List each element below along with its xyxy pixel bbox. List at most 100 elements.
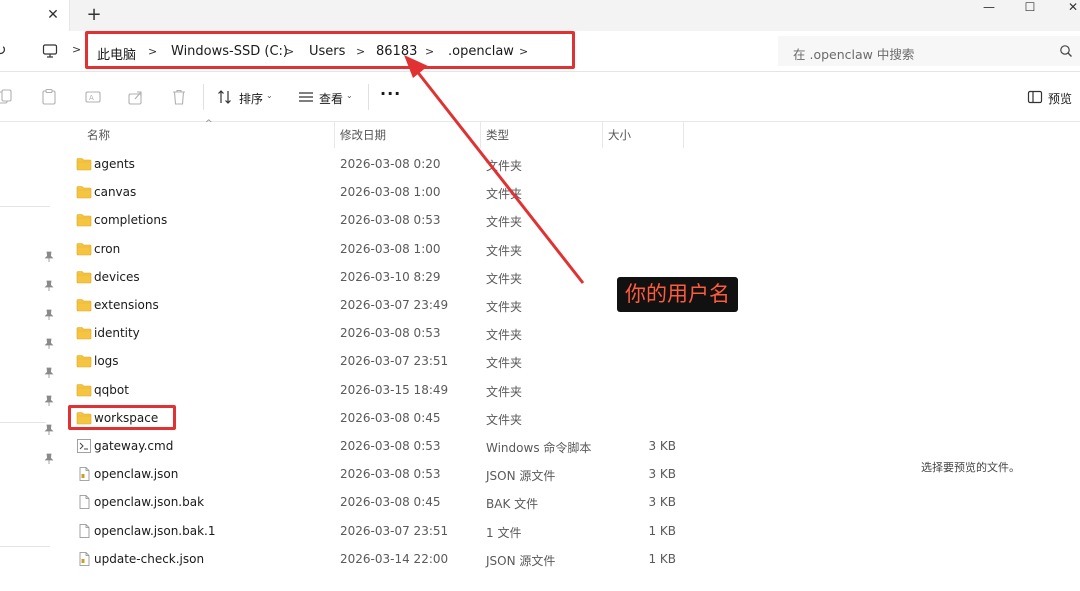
- new-tab-button[interactable]: +: [84, 5, 104, 25]
- folder-icon: [76, 213, 92, 227]
- file-icon: [76, 495, 92, 510]
- pin-icon[interactable]: [43, 338, 55, 350]
- folder-icon: [76, 383, 92, 397]
- column-divider[interactable]: [683, 122, 684, 148]
- file-row[interactable]: update-check.json 2026-03-14 22:00 JSON 源文…: [60, 546, 850, 574]
- toolbar-divider: [203, 84, 204, 110]
- file-row[interactable]: identity 2026-03-08 0:53 文件夹: [60, 320, 850, 348]
- column-header-date[interactable]: 修改日期: [340, 127, 386, 143]
- folder-icon: [76, 242, 92, 256]
- chevron-down-icon: ⌄: [266, 91, 273, 100]
- file-type: 文件夹: [486, 300, 523, 314]
- folder-icon: [76, 326, 92, 340]
- annotation-label: 你的用户名: [617, 277, 738, 312]
- column-divider[interactable]: [480, 122, 481, 148]
- close-tab-icon[interactable]: ✕: [44, 6, 62, 24]
- file-row[interactable]: qqbot 2026-03-15 18:49 文件夹: [60, 377, 850, 405]
- pin-icon[interactable]: [43, 309, 55, 321]
- view-icon[interactable]: [297, 88, 315, 106]
- pin-icon[interactable]: [43, 367, 55, 379]
- chevron-down-icon: ⌄: [346, 91, 353, 100]
- file-date: 2026-03-08 0:45: [340, 495, 441, 510]
- file-date: 2026-03-07 23:51: [340, 354, 449, 369]
- file-name: update-check.json: [94, 551, 205, 566]
- search-input[interactable]: 在 .openclaw 中搜索: [778, 36, 1080, 66]
- file-list: ^ 名称 修改日期 类型 大小 agents 2026-03-08 0:20 文件夹…: [60, 119, 850, 591]
- pin-icon[interactable]: [43, 280, 55, 292]
- close-window-button[interactable]: ✕: [1050, 0, 1080, 16]
- file-type: 文件夹: [486, 328, 523, 343]
- file-row[interactable]: openclaw.json 2026-03-08 0:53 JSON 源文件 3 KB: [60, 461, 850, 489]
- minimize-button[interactable]: —: [966, 0, 1012, 16]
- file-date: 2026-03-08 1:00: [340, 185, 441, 200]
- file-type: 文件夹: [486, 412, 523, 427]
- json-file-icon: [76, 551, 92, 566]
- file-type: 文件夹: [486, 159, 523, 173]
- share-icon[interactable]: [127, 88, 145, 106]
- file-name: openclaw.json.bak.1: [94, 523, 216, 538]
- navigation-pane: [0, 122, 60, 591]
- file-name: canvas: [94, 185, 137, 200]
- file-row[interactable]: gateway.cmd 2026-03-08 0:53 Windows 命令脚本 3 …: [60, 433, 850, 461]
- file-type: 1 文件: [486, 525, 522, 540]
- column-divider[interactable]: [602, 122, 603, 148]
- more-options-button[interactable]: ···: [380, 84, 401, 103]
- view-button[interactable]: 查看: [319, 90, 343, 107]
- pin-icon[interactable]: [43, 424, 55, 436]
- file-row[interactable]: logs 2026-03-07 23:51 文件夹: [60, 348, 850, 376]
- file-row[interactable]: completions 2026-03-08 0:53 文件夹: [60, 207, 850, 235]
- file-row[interactable]: cron 2026-03-08 1:00 文件夹: [60, 236, 850, 264]
- nav-divider: [0, 546, 50, 547]
- folder-icon: [76, 157, 92, 171]
- maximize-button[interactable]: ☐: [1007, 0, 1053, 16]
- file-row[interactable]: workspace 2026-03-08 0:45 文件夹: [60, 405, 850, 433]
- copy-icon[interactable]: [0, 88, 14, 106]
- annotation-workspace-highlight: [68, 405, 176, 430]
- pin-icon[interactable]: [43, 453, 55, 465]
- file-size: 1 KB: [648, 523, 676, 538]
- pin-icon[interactable]: [43, 395, 55, 407]
- file-type: 文件夹: [486, 215, 523, 230]
- rename-icon[interactable]: A: [84, 88, 102, 106]
- file-name: openclaw.json: [94, 467, 179, 482]
- file-name: gateway.cmd: [94, 439, 174, 453]
- nav-divider: [0, 422, 46, 423]
- sort-button[interactable]: 排序: [239, 90, 263, 107]
- file-row[interactable]: agents 2026-03-08 0:20 文件夹: [60, 151, 850, 179]
- title-bar: ✕ + — ☐ ✕: [0, 0, 1080, 31]
- file-name: extensions: [94, 298, 159, 312]
- preview-button[interactable]: 预览: [1048, 90, 1072, 107]
- column-header-name[interactable]: 名称: [87, 127, 110, 143]
- file-row[interactable]: openclaw.json.bak.1 2026-03-07 23:51 1 文件 1…: [60, 518, 850, 546]
- file-row[interactable]: canvas 2026-03-08 1:00 文件夹: [60, 179, 850, 207]
- file-row[interactable]: openclaw.json.bak 2026-03-08 0:45 BAK 文件 3 …: [60, 489, 850, 517]
- column-divider[interactable]: [334, 122, 335, 148]
- this-pc-icon[interactable]: [42, 43, 58, 59]
- file-date: 2026-03-08 1:00: [340, 241, 441, 256]
- file-date: 2026-03-15 18:49: [340, 382, 449, 397]
- preview-pane-icon[interactable]: [1027, 89, 1043, 105]
- file-type: 文件夹: [486, 356, 523, 371]
- command-bar: A 排序 ⌄ 查看 ⌄ ··· 预览: [0, 72, 1080, 122]
- file-date: 2026-03-07 23:51: [340, 523, 449, 538]
- folder-icon: [76, 354, 92, 368]
- paste-icon[interactable]: [40, 88, 58, 106]
- file-icon: [76, 523, 92, 538]
- file-name: logs: [94, 354, 119, 369]
- delete-icon[interactable]: [170, 88, 188, 106]
- script-file-icon: [76, 439, 92, 453]
- refresh-icon[interactable]: ↻: [0, 41, 12, 59]
- pin-icon[interactable]: [43, 251, 55, 263]
- column-header-type[interactable]: 类型: [486, 127, 509, 143]
- active-tab[interactable]: ✕: [0, 0, 70, 31]
- file-size: 1 KB: [648, 551, 676, 566]
- file-name: agents: [94, 157, 135, 171]
- column-header-size[interactable]: 大小: [608, 127, 631, 143]
- sort-icon[interactable]: [216, 88, 234, 106]
- search-icon[interactable]: [1059, 44, 1073, 58]
- file-type: 文件夹: [486, 243, 523, 258]
- folder-icon: [76, 185, 92, 199]
- chevron-right-icon: >: [72, 43, 82, 56]
- file-size: 3 KB: [648, 495, 676, 510]
- file-date: 2026-03-10 8:29: [340, 269, 441, 284]
